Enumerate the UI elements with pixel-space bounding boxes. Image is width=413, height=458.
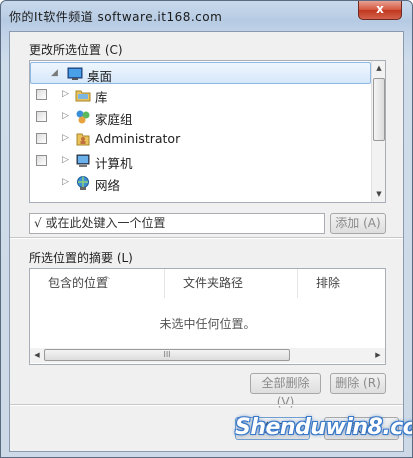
separator	[10, 404, 403, 406]
expand-arrow-icon[interactable]: ▷	[62, 133, 69, 144]
scroll-right-icon[interactable]: ▶	[371, 348, 385, 363]
summary-label: 所选位置的摘要 (L)	[29, 251, 133, 265]
tree-item-label: 计算机	[95, 156, 133, 171]
expand-arrow-icon[interactable]: ▷	[62, 111, 69, 122]
expand-arrow-icon[interactable]: ▷	[62, 155, 69, 166]
remove-button[interactable]: 删除 (R)	[330, 373, 386, 394]
dialog-window: 你的It软件频道 software.it168.com x 更改所选位置 (C)…	[0, 0, 413, 458]
computer-icon	[75, 153, 91, 169]
title-bar[interactable]: 你的It软件频道 software.it168.com x	[1, 1, 412, 31]
location-path-input[interactable]: √ 或在此处键入一个位置	[29, 213, 325, 234]
expand-arrow-icon[interactable]: ▷	[62, 89, 69, 100]
tree-item-label: 桌面	[87, 69, 113, 84]
tree-item-library[interactable]: ▷ 库	[30, 84, 371, 106]
change-locations-label: 更改所选位置 (C)	[29, 43, 123, 57]
scroll-thumb[interactable]	[373, 78, 385, 141]
tree-vertical-scrollbar[interactable]: ▲ ▼	[371, 61, 385, 202]
scroll-left-icon[interactable]: ◀	[30, 348, 44, 363]
column-header-included[interactable]: ︿ 包含的位置	[30, 269, 165, 298]
expand-arrow-icon[interactable]: ▷	[62, 177, 69, 188]
site-watermark: 你的It软件频道 software.it168.com	[9, 10, 223, 24]
collapse-arrow-icon[interactable]: ◢	[51, 68, 58, 79]
separator	[10, 237, 403, 239]
tree-item-computer[interactable]: ▷ 计算机	[30, 150, 371, 172]
site-watermark-logo: Shenduwin8.com	[235, 415, 412, 440]
add-button[interactable]: 添加 (A)	[330, 213, 386, 234]
desktop-icon	[67, 66, 83, 82]
tree-item-label: Administrator	[95, 131, 181, 146]
tree-item-label: 家庭组	[95, 112, 133, 127]
library-checkbox[interactable]	[36, 89, 47, 100]
scroll-grip-icon: III	[163, 350, 171, 359]
remove-all-button[interactable]: 全部删除 (V)	[250, 373, 321, 409]
tree-item-label: 库	[95, 90, 108, 105]
column-header-label: 文件夹路径	[183, 276, 244, 290]
scroll-thumb[interactable]: III	[44, 349, 290, 361]
scroll-down-icon[interactable]: ▼	[372, 187, 385, 201]
user-folder-icon	[75, 131, 91, 147]
summary-list[interactable]: ︿ 包含的位置 文件夹路径 排除 未选中任何位置。 ◀ III ▶	[29, 268, 386, 365]
column-header-path[interactable]: 文件夹路径	[165, 269, 298, 298]
scroll-up-icon[interactable]: ▲	[372, 61, 385, 75]
tree-item-homegroup[interactable]: ▷ 家庭组	[30, 106, 371, 128]
location-tree[interactable]: ◢ 桌面 ▷ 库 ▷ 家庭组 ▷ Administrator ▷ 计算机 ▷ 网…	[29, 60, 386, 203]
homegroup-icon	[75, 109, 91, 125]
sort-arrow-icon: ︿	[102, 271, 110, 280]
homegroup-checkbox[interactable]	[36, 111, 47, 122]
library-icon	[75, 87, 91, 103]
column-header-label: 排除	[316, 276, 341, 290]
tree-item-label: 网络	[95, 178, 121, 193]
dialog-client: 更改所选位置 (C) ◢ 桌面 ▷ 库 ▷ 家庭组 ▷ Administrato…	[9, 31, 404, 452]
column-header-label: 包含的位置	[48, 276, 109, 290]
close-button[interactable]: x	[358, 1, 402, 20]
network-icon	[75, 175, 91, 191]
administrator-checkbox[interactable]	[36, 133, 47, 144]
computer-checkbox[interactable]	[36, 155, 47, 166]
column-header-exclude[interactable]: 排除	[298, 269, 385, 298]
summary-horizontal-scrollbar[interactable]: ◀ III ▶	[30, 348, 385, 363]
tree-item-network[interactable]: ▷ 网络	[30, 172, 371, 194]
empty-message: 未选中任何位置。	[159, 317, 256, 331]
tree-item-administrator[interactable]: ▷ Administrator	[30, 128, 371, 150]
tree-item-desktop[interactable]: ◢ 桌面	[30, 62, 371, 84]
